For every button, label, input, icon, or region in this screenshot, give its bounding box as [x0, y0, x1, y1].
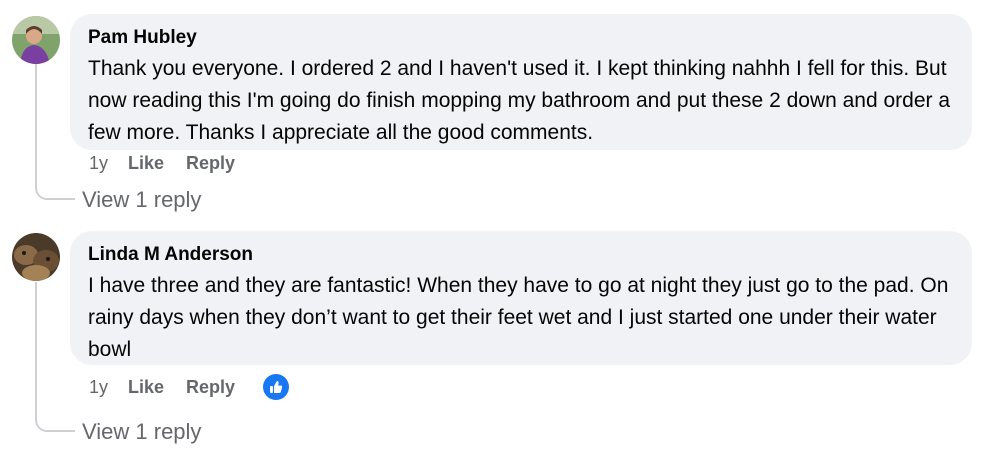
view-replies-link[interactable]: View 1 reply: [82, 418, 201, 446]
thread-line: [35, 282, 75, 432]
comment-timestamp[interactable]: 1y: [89, 153, 108, 174]
avatar[interactable]: [12, 233, 60, 281]
comment-timestamp[interactable]: 1y: [89, 377, 108, 398]
reply-button[interactable]: Reply: [186, 153, 235, 174]
thread-line: [35, 62, 75, 200]
like-button[interactable]: Like: [128, 377, 164, 398]
view-replies-link[interactable]: View 1 reply: [82, 186, 201, 214]
comment-text: I have three and they are fantastic! Whe…: [88, 274, 949, 361]
comment-actions: 1y Like Reply: [89, 374, 311, 400]
comment-text: Thank you everyone. I ordered 2 and I ha…: [88, 57, 951, 144]
like-button[interactable]: Like: [128, 153, 164, 174]
avatar[interactable]: [12, 16, 60, 64]
reply-button[interactable]: Reply: [186, 377, 235, 398]
comment-actions: 1y Like Reply: [89, 150, 257, 176]
comment-author[interactable]: Linda M Anderson: [88, 243, 954, 267]
comment-bubble: Pam Hubley Thank you everyone. I ordered…: [70, 14, 972, 150]
comment-author[interactable]: Pam Hubley: [88, 26, 954, 50]
thumbs-up-icon[interactable]: [263, 374, 290, 400]
comment-bubble: Linda M Anderson I have three and they a…: [70, 231, 972, 365]
